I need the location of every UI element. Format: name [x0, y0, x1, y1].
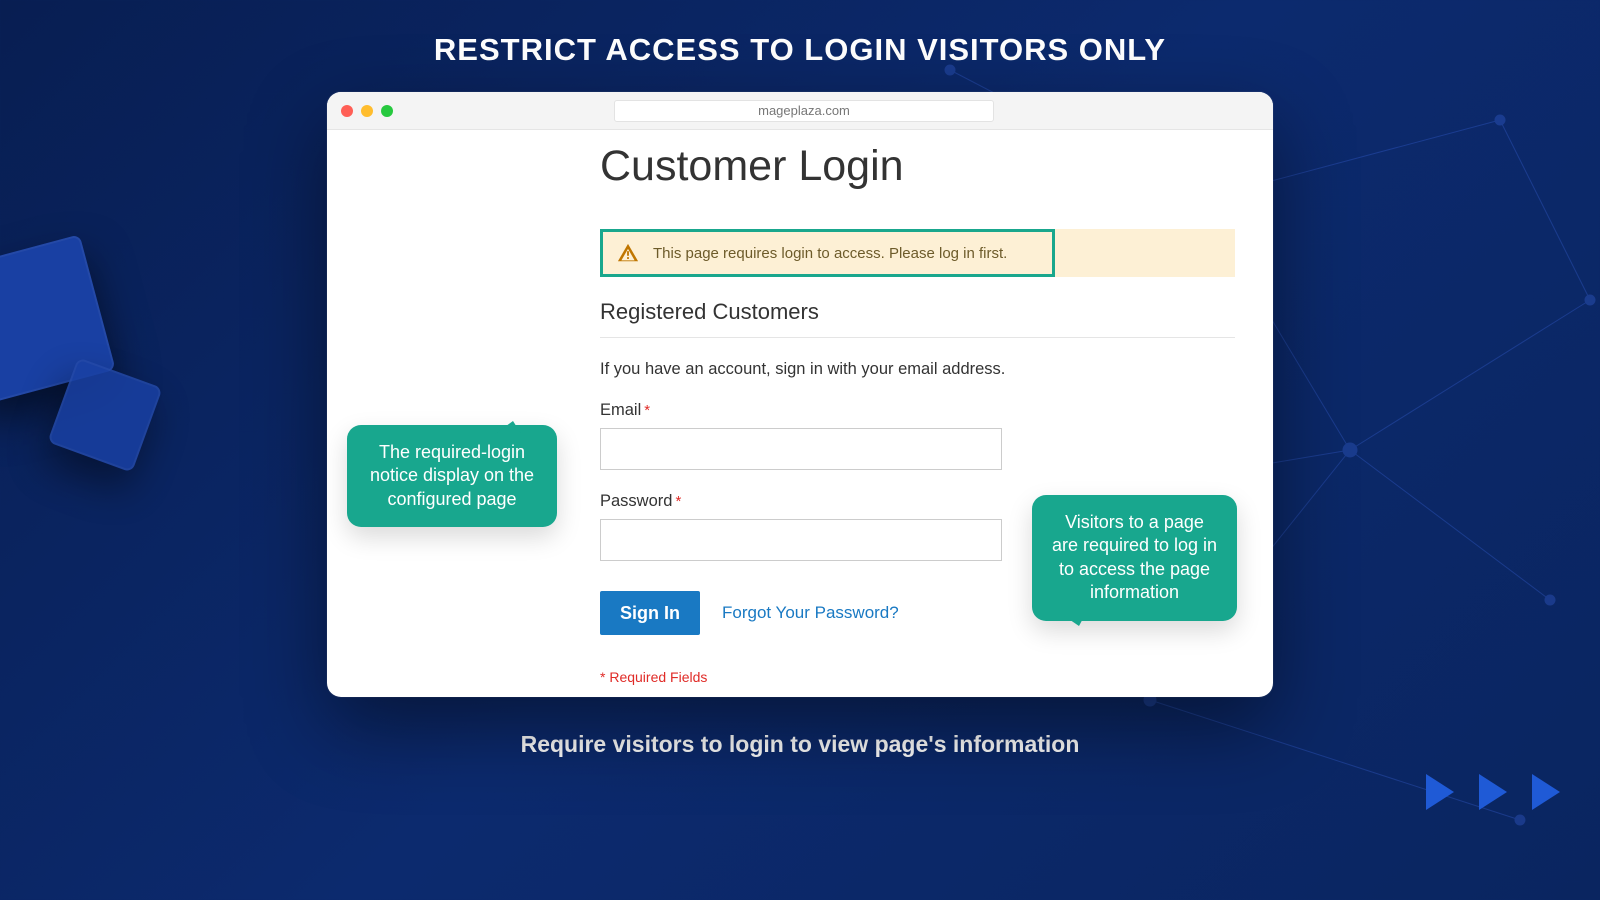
page-title: Customer Login [600, 142, 1235, 191]
section-subtitle: If you have an account, sign in with you… [600, 360, 1235, 379]
login-required-alert: This page requires login to access. Plea… [600, 229, 1055, 277]
alert-band: This page requires login to access. Plea… [600, 229, 1235, 277]
signin-button[interactable]: Sign In [600, 591, 700, 635]
section-title-registered: Registered Customers [600, 299, 1235, 338]
window-controls [341, 105, 393, 117]
required-fields-note: * Required Fields [600, 669, 1235, 685]
close-icon[interactable] [341, 105, 353, 117]
browser-titlebar: mageplaza.com [327, 92, 1273, 130]
minimize-icon[interactable] [361, 105, 373, 117]
zoom-icon[interactable] [381, 105, 393, 117]
slide-heading: RESTRICT ACCESS TO LOGIN VISITORS ONLY [434, 32, 1166, 68]
password-field[interactable] [600, 519, 1002, 561]
warning-icon [617, 242, 639, 264]
address-bar[interactable]: mageplaza.com [614, 100, 994, 122]
callout-required-login-notice: The required-login notice display on the… [347, 425, 557, 527]
page-content: The required-login notice display on the… [327, 130, 1273, 697]
alert-text: This page requires login to access. Plea… [653, 245, 1007, 262]
forgot-password-link[interactable]: Forgot Your Password? [722, 603, 899, 623]
browser-window: mageplaza.com The required-login notice … [327, 92, 1273, 697]
required-mark: * [675, 493, 681, 510]
password-label: Password [600, 492, 672, 510]
email-label: Email [600, 401, 641, 419]
address-url: mageplaza.com [758, 103, 850, 118]
callout-visitors-require-login: Visitors to a page are required to log i… [1032, 495, 1237, 621]
slide-caption: Require visitors to login to view page's… [521, 731, 1080, 758]
required-mark: * [644, 402, 650, 419]
email-field-group: Email* [600, 401, 1235, 470]
email-field[interactable] [600, 428, 1002, 470]
